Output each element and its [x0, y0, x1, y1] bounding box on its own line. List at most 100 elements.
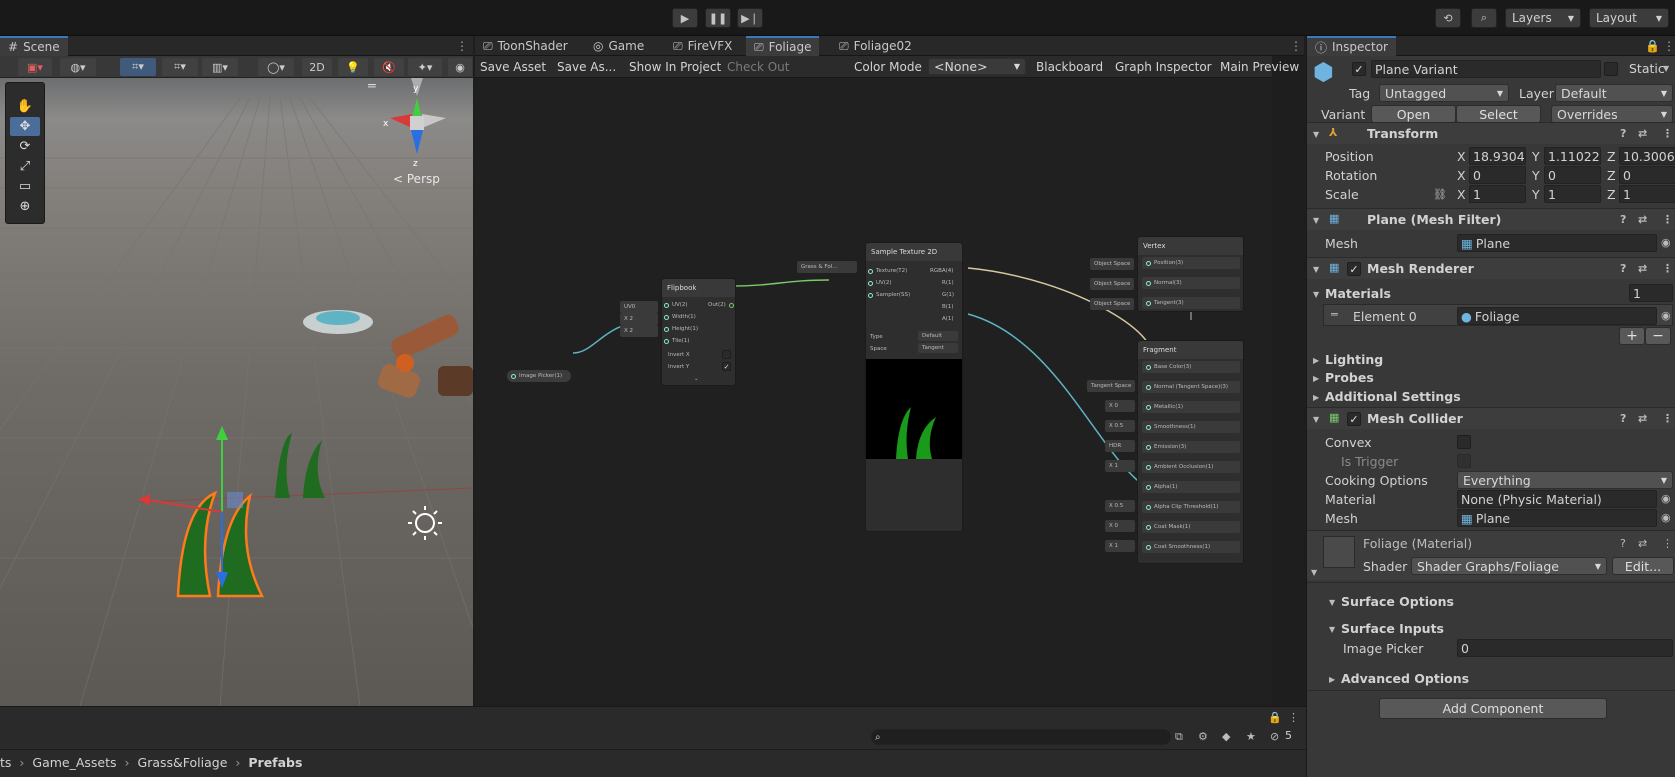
step-button[interactable]: ▶❘ [737, 8, 763, 28]
emission-field[interactable]: HDR [1105, 440, 1135, 452]
metallic-field[interactable]: X 0 [1105, 400, 1135, 412]
tab-foliage[interactable]: ⎚ Foliage [746, 36, 820, 56]
expand-triangle-icon[interactable]: ▶ [1313, 356, 1319, 365]
kebab-icon[interactable]: ⋮ [1662, 262, 1673, 275]
tab-scene[interactable]: # Scene [0, 36, 68, 56]
presets-icon[interactable]: ⇄ [1638, 537, 1647, 550]
normal-space-field[interactable]: Object Space [1090, 278, 1134, 290]
remove-element-button[interactable]: − [1645, 327, 1671, 345]
scale-x-field[interactable]: 1 [1469, 185, 1526, 203]
presets-icon[interactable]: ⇄ [1638, 412, 1647, 425]
rotation-z-field[interactable]: 0 [1619, 166, 1675, 184]
grid-snap-button[interactable]: ⌗▾ [120, 58, 156, 76]
grid-visibility-button[interactable]: ▥▾ [202, 58, 238, 76]
persp-label[interactable]: < Persp [393, 172, 440, 186]
gizmo-menu-icon[interactable]: ═ [368, 78, 376, 93]
transform-header[interactable]: ▼ ⅄ Transform ? ⇄ ⋮ [1307, 122, 1675, 144]
convex-checkbox[interactable] [1457, 435, 1471, 449]
label-icon[interactable]: ◆ [1222, 730, 1230, 743]
search-button[interactable]: ⌕ [1471, 8, 1497, 28]
surface-inputs-foldout[interactable]: Surface Inputs [1341, 621, 1444, 636]
position-space-field[interactable]: Object Space [1090, 258, 1134, 270]
tab-inspector[interactable]: ⓘ Inspector [1307, 36, 1396, 56]
rotation-x-field[interactable]: 0 [1469, 166, 1526, 184]
kebab-icon[interactable]: ⋮ [1288, 711, 1299, 724]
mesh-renderer-header[interactable]: ▼ ▦ ✓ Mesh Renderer ? ⇄ ⋮ [1307, 257, 1675, 279]
mesh-collider-header[interactable]: ▼ ▦ ✓ Mesh Collider ? ⇄ ⋮ [1307, 407, 1675, 429]
position-z-field[interactable]: 10.3006 [1619, 147, 1675, 165]
help-icon[interactable]: ? [1620, 262, 1626, 275]
layout-dropdown[interactable]: Layout ▼ [1589, 8, 1669, 28]
presets-icon[interactable]: ⇄ [1638, 262, 1647, 275]
physic-material-field[interactable]: None (Physic Material) [1457, 490, 1657, 508]
sample-texture-node[interactable]: Sample Texture 2D Texture(T2) UV(2) Samp… [865, 242, 963, 532]
position-y-field[interactable]: 1.110223 [1544, 147, 1601, 165]
mesh-filter-mesh-field[interactable]: ▦ Plane [1457, 234, 1657, 252]
project-search-input[interactable]: ⌕ [871, 729, 1171, 745]
probes-foldout[interactable]: Probes [1325, 370, 1374, 385]
play-button[interactable]: ▶ [672, 8, 698, 28]
expand-triangle-icon[interactable]: ▼ [1329, 598, 1335, 607]
smoothness-field[interactable]: X 0.5 [1105, 420, 1135, 432]
save-as-button[interactable]: Save As... [552, 56, 621, 77]
pause-button[interactable]: ❚❚ [705, 8, 731, 28]
layers-dropdown[interactable]: Layers ▼ [1505, 8, 1581, 28]
flipbook-node[interactable]: Flipbook UV(2) Width(1) Height(1) Tile(1… [661, 278, 736, 386]
image-picker-field[interactable]: 0 [1457, 639, 1673, 657]
layer-dropdown[interactable]: Default ▼ [1555, 84, 1673, 102]
presets-icon[interactable]: ⇄ [1638, 213, 1647, 226]
mesh-filter-header[interactable]: ▼ ▦ Plane (Mesh Filter) ? ⇄ ⋮ [1307, 208, 1675, 230]
shading-button[interactable]: ◯▾ [258, 58, 294, 76]
help-icon[interactable]: ? [1620, 213, 1626, 226]
filter-type-icon[interactable]: ⚙ [1198, 730, 1208, 743]
lighting-foldout[interactable]: Lighting [1325, 352, 1383, 367]
help-icon[interactable]: ? [1620, 537, 1626, 550]
ao-field[interactable]: X 1 [1105, 460, 1135, 472]
position-x-field[interactable]: 18.9304 [1469, 147, 1526, 165]
additional-settings-foldout[interactable]: Additional Settings [1325, 389, 1461, 404]
chevron-down-icon[interactable]: ▼ [1663, 64, 1669, 73]
draw-mode-button[interactable]: ▣▾ [18, 58, 52, 76]
invert-y-checkbox[interactable]: ✓ [722, 362, 731, 371]
transform-tool[interactable]: ⊕ [10, 197, 40, 216]
move-tool[interactable]: ✥ [10, 117, 40, 136]
cooking-options-dropdown[interactable]: Everything ▼ [1457, 471, 1673, 489]
main-preview-button[interactable]: Main Preview [1215, 56, 1304, 77]
texture-input-field[interactable]: Grass & Fol... [797, 261, 857, 273]
link-icon[interactable]: ⛓ [1433, 188, 1447, 201]
invert-x-checkbox[interactable] [722, 350, 731, 359]
coat-mask-field[interactable]: X 0 [1105, 520, 1135, 532]
materials-count-field[interactable]: 1 [1629, 284, 1673, 302]
global-button[interactable]: ◍▾ [60, 58, 96, 76]
show-in-project-button[interactable]: Show In Project [624, 56, 726, 77]
rotation-y-field[interactable]: 0 [1544, 166, 1601, 184]
save-asset-button[interactable]: Save Asset [475, 56, 551, 77]
object-name-field[interactable]: Plane Variant [1371, 60, 1601, 78]
kebab-icon[interactable]: ⋮ [1290, 39, 1302, 53]
height-input-field[interactable]: X 2 [620, 325, 658, 337]
audio-toggle[interactable]: 🔇 [374, 58, 404, 76]
scale-z-field[interactable]: 1 [1619, 185, 1675, 203]
kebab-icon[interactable]: ⋮ [1662, 537, 1673, 550]
favorite-icon[interactable]: ★ [1246, 730, 1256, 743]
help-icon[interactable]: ? [1620, 412, 1626, 425]
kebab-icon[interactable]: ⋮ [456, 39, 468, 53]
lock-icon[interactable]: 🔒 [1268, 711, 1282, 724]
drag-handle-icon[interactable]: ═ [1331, 308, 1338, 321]
scale-tool[interactable]: ⤢ [10, 157, 40, 176]
mesh-renderer-checkbox[interactable]: ✓ [1347, 262, 1361, 276]
visibility-toggle[interactable]: ◉ [448, 58, 472, 76]
static-checkbox[interactable] [1604, 62, 1618, 76]
width-input-field[interactable]: X 2 [620, 313, 658, 325]
element-0-material-field[interactable]: ● Foliage [1457, 307, 1657, 325]
tab-game[interactable]: ◎ Game [585, 36, 652, 56]
scale-y-field[interactable]: 1 [1544, 185, 1601, 203]
object-picker-icon[interactable]: ◉ [1661, 492, 1671, 505]
expand-triangle-icon[interactable]: ▼ [1311, 568, 1317, 577]
color-mode-dropdown[interactable]: <None> ▼ [928, 58, 1026, 75]
active-checkbox[interactable]: ✓ [1352, 62, 1366, 76]
uv-input-field[interactable]: UV0 [620, 301, 658, 313]
rotate-tool[interactable]: ⟳ [10, 137, 40, 156]
object-picker-icon[interactable]: ◉ [1661, 309, 1671, 322]
breadcrumb-item[interactable]: ts [0, 755, 11, 770]
